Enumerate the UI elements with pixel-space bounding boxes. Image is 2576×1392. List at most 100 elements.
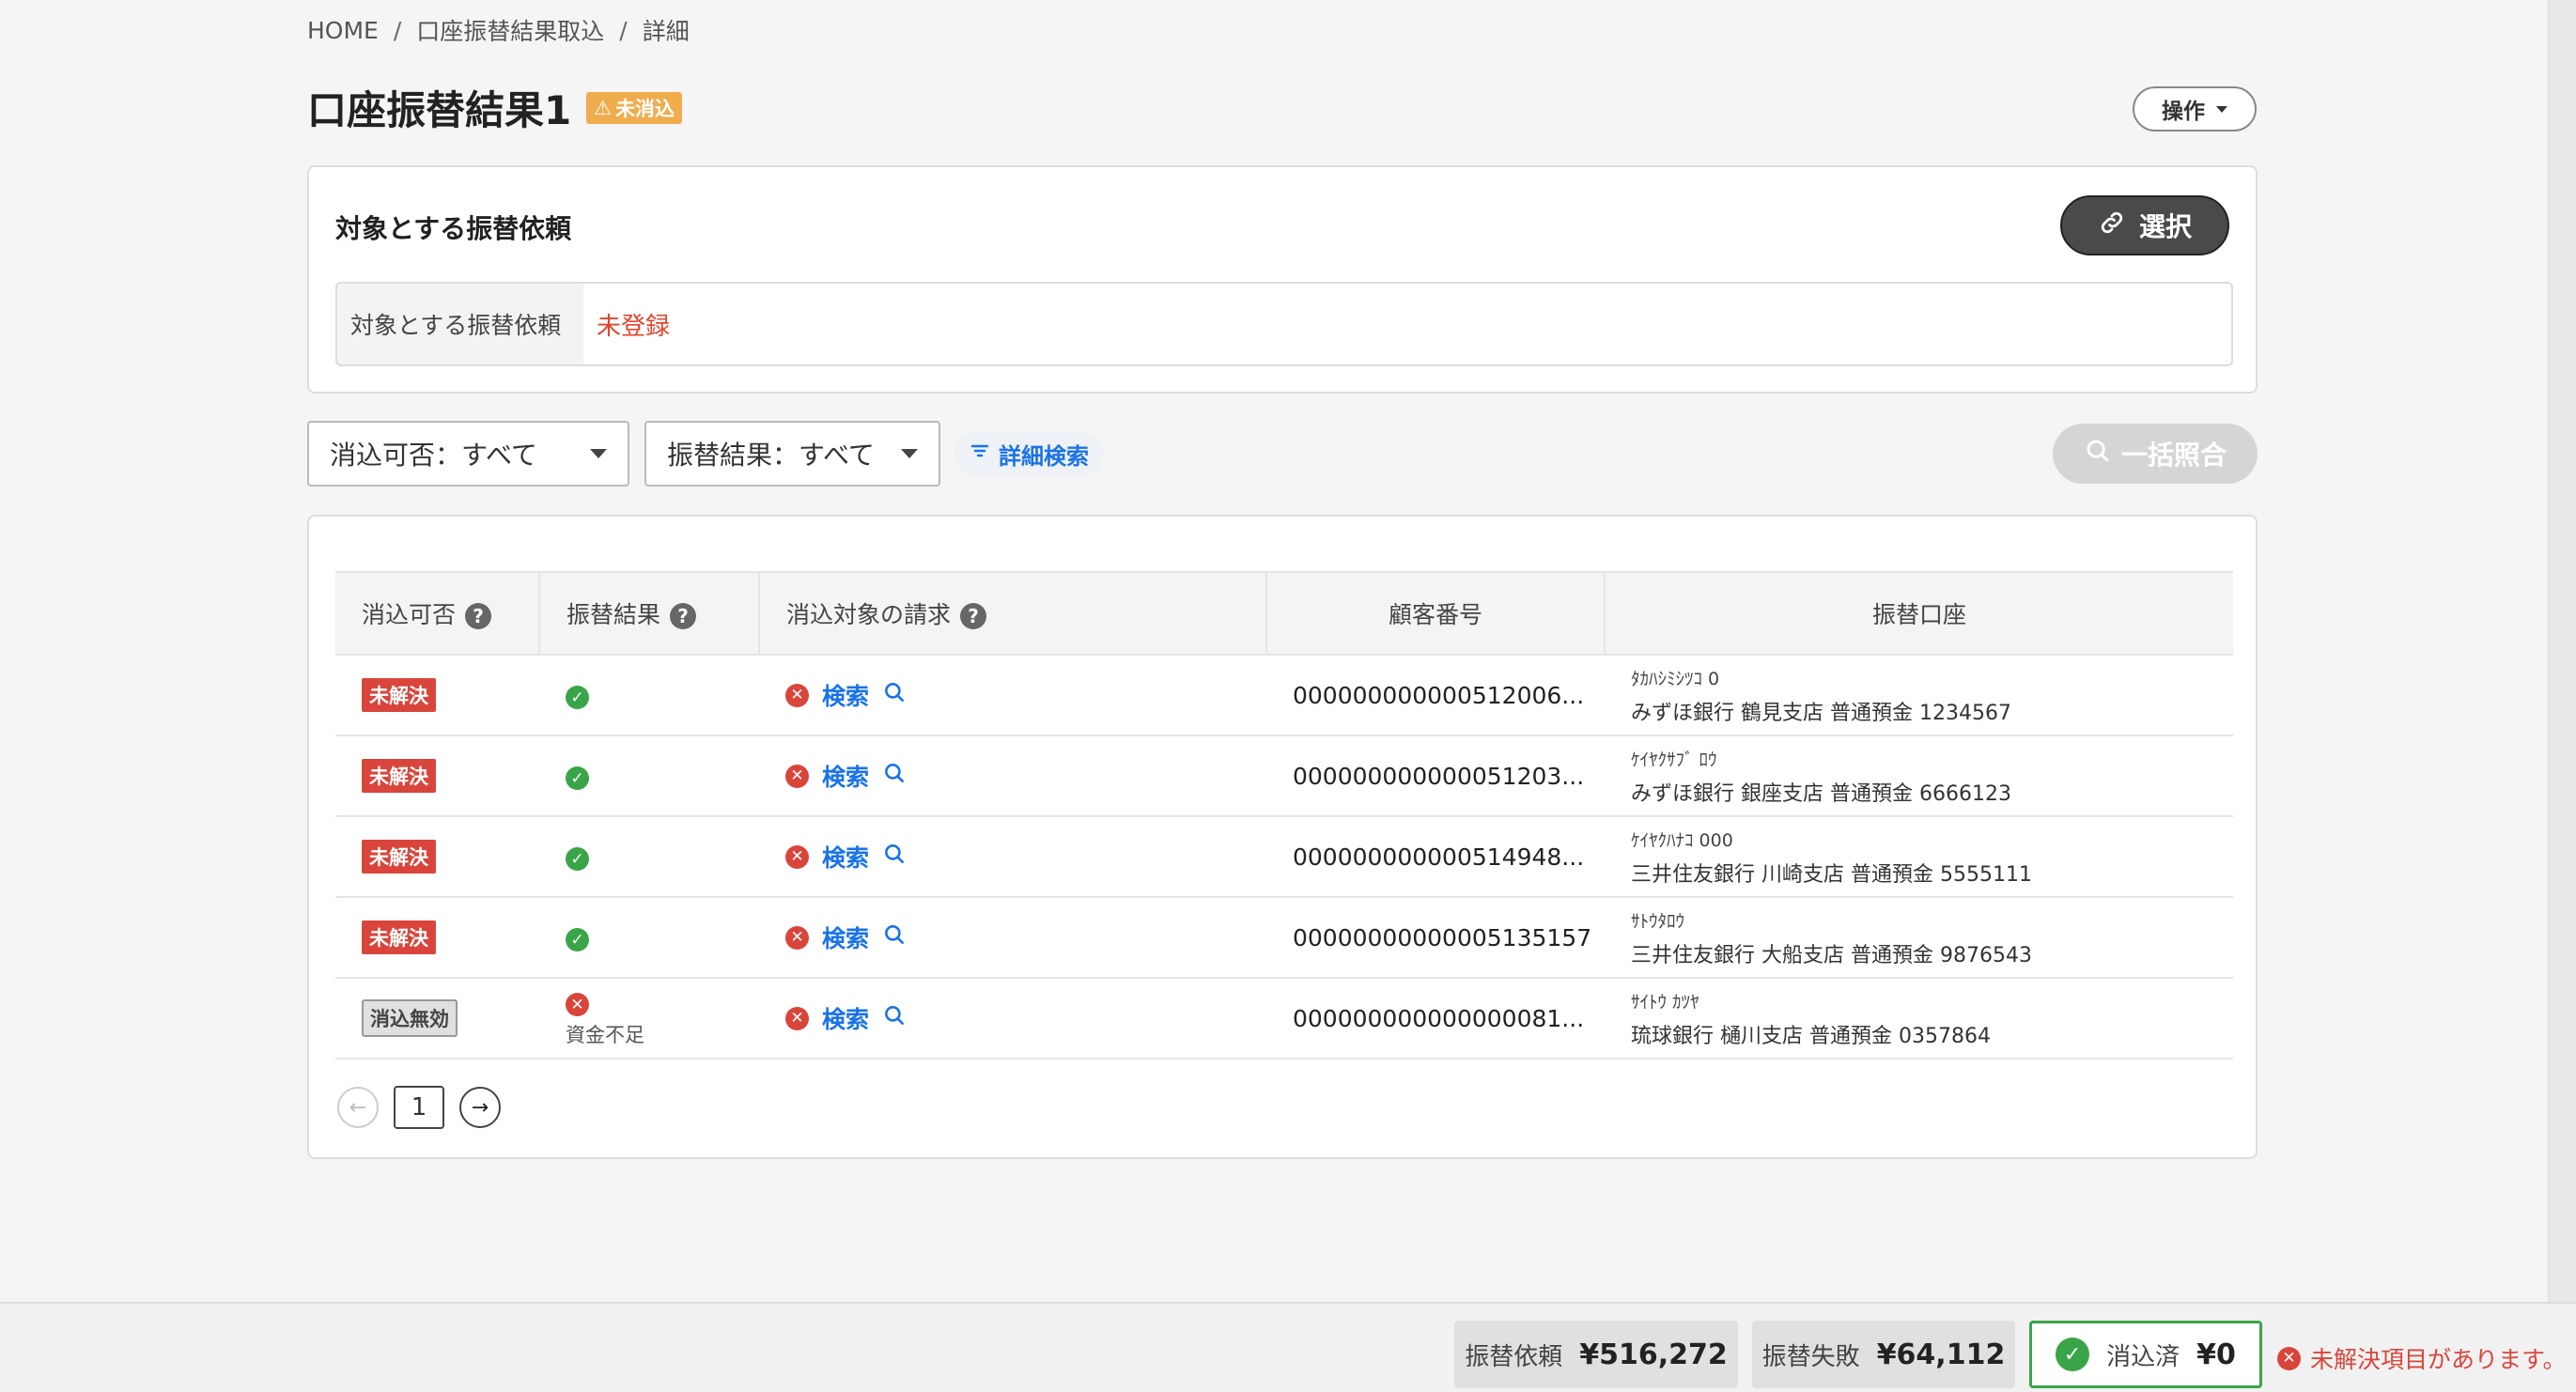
table-row: 未解決 ✓ ✕ 検索 000000000000514948... ｹｲﾔｸﾊﾅｺ… [335, 816, 2233, 898]
cell-result: ✓ [539, 816, 759, 898]
reconciled-label: 消込済 [2106, 1342, 2180, 1371]
invoice-search-link[interactable]: 検索 [822, 920, 869, 954]
table-row: 未解決 ✓ ✕ 検索 000000000000512006... ﾀｶﾊｼﾐｼﾂ… [335, 655, 2233, 736]
col-result-label: 振替結果 [566, 601, 661, 628]
table-row: 消込無効 ✕ 資金不足 ✕ 検索 000000000000000081... ｻｲ… [335, 978, 2233, 1059]
filter-icon [969, 440, 991, 468]
unresolved-message: 未解決項目があります。 [2310, 1346, 2567, 1373]
error-circle-icon: ✕ [785, 844, 809, 869]
col-target-invoice-label: 消込対象の請求 [786, 601, 952, 628]
cell-reconcile: 未解決 [335, 655, 539, 736]
next-page-arrow-icon[interactable]: → [459, 1087, 501, 1128]
account-holder-kana: ｹｲﾔｸｻﾌﾞ ﾛｳ [1631, 749, 1717, 770]
search-icon [2084, 437, 2112, 472]
help-icon[interactable]: ? [465, 603, 492, 629]
col-reconcile: 消込可否? [335, 571, 540, 656]
reconcile-filter-label: 消込可否：すべて [330, 440, 537, 471]
breadcrumb-home[interactable]: HOME [307, 17, 379, 44]
cell-result: ✓ [539, 897, 759, 979]
target-request-field: 対象とする振替依頼 未登録 [335, 282, 2233, 366]
invoice-search-link[interactable]: 検索 [822, 840, 869, 874]
cell-reconcile: 未解決 [335, 816, 539, 898]
help-icon[interactable]: ? [960, 603, 987, 629]
table-row: 未解決 ✓ ✕ 検索 00000000000005135157 ｻﾄｳﾀﾛｳ 三… [335, 897, 2233, 979]
cell-customer-no: 000000000000514948... [1266, 816, 1605, 898]
search-icon[interactable] [882, 842, 907, 873]
select-button[interactable]: 選択 [2060, 195, 2229, 255]
account-bank-info: 琉球銀行 樋川支店 普通預金 0357864 [1631, 1024, 1991, 1048]
warning-icon: ⚠ [594, 96, 613, 119]
cell-account: ｹｲﾔｸﾊﾅｺ 000 三井住友銀行 川崎支店 普通預金 5555111 [1605, 816, 2233, 898]
search-icon[interactable] [882, 761, 907, 792]
invoice-search-link[interactable]: 検索 [822, 678, 869, 712]
breadcrumb-separator: / [619, 16, 628, 44]
target-card-title: 対象とする振替依頼 [335, 213, 572, 244]
page-title: 口座振替結果1 [307, 87, 572, 133]
cell-target-invoice: ✕ 検索 [759, 978, 1266, 1059]
error-circle-icon: ✕ [566, 993, 589, 1017]
cell-reconcile: 未解決 [335, 897, 539, 979]
col-target-invoice: 消込対象の請求? [759, 571, 1267, 656]
error-circle-icon: ✕ [785, 764, 809, 788]
cell-target-invoice: ✕ 検索 [759, 735, 1266, 817]
account-holder-kana: ﾀｶﾊｼﾐｼﾂｺ 0 [1631, 668, 1720, 689]
results-table-card: 消込可否? 振替結果? 消込対象の請求? 顧客番号 振替口座 未解決 ✓ ✕ 検… [307, 515, 2258, 1159]
reconciled-total: ✓ 消込済 ¥0 [2029, 1321, 2262, 1388]
bulk-match-button[interactable]: 一括照合 [2053, 424, 2258, 484]
reconcile-filter-select[interactable]: 消込可否：すべて [307, 421, 629, 487]
page-number-current[interactable]: 1 [394, 1086, 444, 1129]
table-header-row: 消込可否? 振替結果? 消込対象の請求? 顧客番号 振替口座 [335, 571, 2233, 656]
account-bank-info: 三井住友銀行 大船支店 普通預金 9876543 [1631, 943, 2032, 967]
reconcile-status-badge: 消込無効 [362, 999, 458, 1037]
link-icon [2098, 209, 2126, 243]
failed-label: 振替失敗 [1761, 1342, 1860, 1371]
status-badge-label: 未消込 [615, 97, 675, 120]
help-icon[interactable]: ? [670, 603, 697, 629]
reconcile-status-badge: 未解決 [362, 920, 436, 954]
cell-reconcile: 消込無効 [335, 978, 539, 1059]
target-field-label: 対象とする振替依頼 [337, 284, 583, 364]
check-circle-icon: ✓ [566, 928, 589, 952]
failed-amount: ¥64,112 [1876, 1338, 2006, 1371]
account-holder-kana: ｻｲﾄｳ ｶﾂﾔ [1631, 991, 1699, 1013]
cell-target-invoice: ✕ 検索 [759, 655, 1266, 736]
breadcrumb-import[interactable]: 口座振替結果取込 [416, 13, 604, 47]
col-reconcile-label: 消込可否 [362, 601, 457, 628]
requested-label: 振替依頼 [1465, 1342, 1563, 1371]
bulk-match-label: 一括照合 [2120, 440, 2227, 471]
cell-account: ｻｲﾄｳ ｶﾂﾔ 琉球銀行 樋川支店 普通預金 0357864 [1605, 978, 2233, 1059]
operations-label: 操作 [2162, 100, 2205, 124]
advanced-search-label: 詳細検索 [999, 442, 1089, 470]
operations-dropdown-button[interactable]: 操作 [2133, 86, 2257, 131]
reconcile-status-badge: 未解決 [362, 759, 436, 793]
account-bank-info: みずほ銀行 鶴見支店 普通預金 1234567 [1631, 701, 2011, 725]
account-holder-kana: ｹｲﾔｸﾊﾅｺ 000 [1631, 829, 1733, 851]
check-circle-icon: ✓ [2056, 1338, 2090, 1371]
search-icon[interactable] [882, 1003, 907, 1034]
search-icon[interactable] [882, 680, 907, 711]
pagination: ← 1 → [337, 1086, 501, 1129]
cell-result: ✓ [539, 655, 759, 736]
results-table: 消込可否? 振替結果? 消込対象の請求? 顧客番号 振替口座 未解決 ✓ ✕ 検… [335, 571, 2233, 1059]
requested-amount: ¥516,272 [1579, 1338, 1728, 1371]
invoice-search-link[interactable]: 検索 [822, 1001, 869, 1035]
breadcrumb-separator: / [393, 16, 402, 44]
cell-result: ✕ 資金不足 [539, 978, 759, 1059]
check-circle-icon: ✓ [566, 766, 589, 791]
account-bank-info: みずほ銀行 銀座支店 普通預金 6666123 [1631, 781, 2011, 806]
search-icon[interactable] [882, 922, 907, 953]
target-request-card: 対象とする振替依頼 選択 対象とする振替依頼 未登録 [307, 165, 2258, 394]
invoice-search-link[interactable]: 検索 [822, 759, 869, 793]
reconcile-status-badge: 未解決 [362, 840, 436, 874]
prev-page-arrow-icon[interactable]: ← [337, 1087, 379, 1128]
result-filter-select[interactable]: 振替結果：すべて [644, 421, 940, 487]
caret-down-icon [901, 449, 918, 458]
error-circle-icon: ✕ [785, 925, 809, 950]
col-account: 振替口座 [1605, 571, 2233, 656]
cell-customer-no: 000000000000000081... [1266, 978, 1605, 1059]
reconcile-status-badge: 未解決 [362, 678, 436, 712]
cell-account: ｻﾄｳﾀﾛｳ 三井住友銀行 大船支店 普通預金 9876543 [1605, 897, 2233, 979]
cell-customer-no: 000000000000051203... [1266, 735, 1605, 817]
advanced-search-button[interactable]: 詳細検索 [954, 432, 1104, 475]
caret-down-icon [590, 449, 607, 458]
